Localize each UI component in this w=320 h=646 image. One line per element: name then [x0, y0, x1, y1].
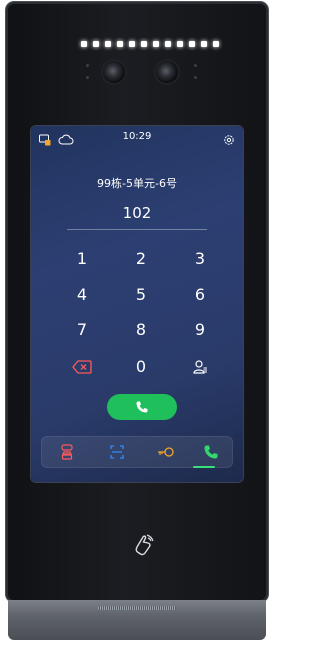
- delete-button[interactable]: [67, 356, 97, 378]
- backspace-icon: [72, 360, 92, 374]
- ir-sensor: [194, 76, 197, 79]
- led: [81, 41, 87, 47]
- led: [213, 41, 219, 47]
- face-id-icon[interactable]: [59, 444, 75, 460]
- ir-sensor: [194, 64, 197, 67]
- key-8[interactable]: 8: [126, 319, 156, 341]
- call-button[interactable]: [107, 394, 177, 420]
- key-4[interactable]: 4: [67, 284, 97, 306]
- key-2[interactable]: 2: [126, 248, 156, 270]
- touch-screen: 10:29 99栋-5单元-6号 102 1 2 3 4 5 6 7 8 9 0: [31, 126, 243, 482]
- nfc-card-reader-icon: [129, 531, 157, 559]
- led: [129, 41, 135, 47]
- contacts-button[interactable]: [185, 356, 215, 378]
- led: [93, 41, 99, 47]
- base-grille: [98, 606, 176, 610]
- led: [105, 41, 111, 47]
- phone-icon[interactable]: [203, 444, 219, 460]
- led: [153, 41, 159, 47]
- phone-call-icon: [136, 401, 148, 413]
- key-0[interactable]: 0: [126, 356, 156, 378]
- key-1[interactable]: 1: [67, 248, 97, 270]
- qr-scan-icon[interactable]: [109, 444, 125, 460]
- led: [177, 41, 183, 47]
- led: [189, 41, 195, 47]
- room-number-input[interactable]: 102: [31, 204, 243, 222]
- key-5[interactable]: 5: [126, 284, 156, 306]
- camera-right: [156, 61, 178, 83]
- ir-sensor: [86, 64, 89, 67]
- led: [201, 41, 207, 47]
- led: [117, 41, 123, 47]
- address-label: 99栋-5单元-6号: [97, 177, 177, 190]
- key-3[interactable]: 3: [185, 248, 215, 270]
- key-9[interactable]: 9: [185, 319, 215, 341]
- contacts-icon: [193, 360, 207, 374]
- settings-icon[interactable]: [223, 131, 235, 145]
- camera-left: [103, 61, 125, 83]
- status-time: 10:29: [122, 131, 152, 142]
- led-indicator-strip: [81, 41, 219, 47]
- led: [165, 41, 171, 47]
- ir-sensor: [86, 76, 89, 79]
- input-underline: [67, 229, 207, 230]
- status-bar: 10:29: [31, 126, 243, 148]
- active-tab-indicator: [193, 466, 215, 468]
- key-icon[interactable]: [157, 444, 174, 460]
- bottom-action-bar: [41, 436, 233, 468]
- led: [141, 41, 147, 47]
- key-7[interactable]: 7: [67, 319, 97, 341]
- key-6[interactable]: 6: [185, 284, 215, 306]
